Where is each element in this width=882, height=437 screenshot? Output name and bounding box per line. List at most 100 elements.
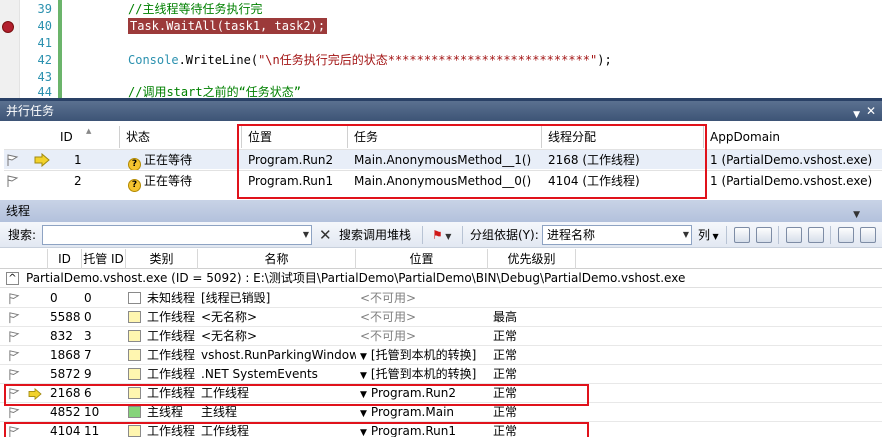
search-label: 搜索: bbox=[8, 228, 37, 242]
thread-row[interactable]: 5588 0 工作线程 <无名称> <不可用> 最高 bbox=[0, 308, 882, 327]
column-header-id[interactable]: ID ▲ bbox=[54, 126, 120, 148]
flag-icon[interactable] bbox=[8, 406, 21, 419]
change-bar bbox=[58, 51, 62, 69]
category-color-icon bbox=[128, 349, 141, 361]
code-line[interactable]: 41 bbox=[0, 34, 882, 52]
panel-title-bar[interactable]: 线程 ▼ bbox=[0, 200, 882, 222]
expand-callstack-icon[interactable] bbox=[734, 227, 750, 243]
thread-row[interactable]: 5872 9 工作线程 .NET SystemEvents ▼ [托管到本机的转换] 正常 bbox=[0, 365, 882, 384]
group-label: PartialDemo.vshost.exe (ID = 5092) : E:\… bbox=[26, 271, 686, 285]
thread-managed-id: 3 bbox=[84, 329, 92, 343]
flag-icon[interactable] bbox=[6, 153, 22, 167]
thread-id: 832 bbox=[50, 329, 73, 343]
thread-priority: 正常 bbox=[493, 348, 518, 362]
task-status: ? 正在等待 bbox=[120, 171, 242, 192]
line-number: 39 bbox=[37, 2, 52, 16]
thread-location: <不可用> bbox=[360, 327, 488, 346]
category-label: 工作线程 bbox=[147, 329, 196, 343]
group-by-select[interactable]: 进程名称 ▼ bbox=[542, 225, 692, 245]
expand-stack-icon[interactable]: ▼ bbox=[360, 409, 367, 419]
thread-id: 5872 bbox=[50, 367, 81, 381]
chevron-down-icon[interactable]: ▼ bbox=[683, 226, 689, 244]
flag-icon[interactable] bbox=[8, 349, 21, 362]
freeze-threads-icon[interactable] bbox=[838, 227, 854, 243]
columns-label: 列 bbox=[698, 228, 711, 242]
clear-search-icon[interactable]: ✕ bbox=[319, 226, 332, 244]
thread-location: <不可用> bbox=[360, 308, 488, 327]
column-header-managed-id[interactable]: 托管 ID bbox=[82, 249, 126, 269]
code-text: Task.WaitAll(task1, task2); bbox=[128, 17, 328, 35]
chevron-down-icon[interactable]: ▼ bbox=[303, 226, 309, 244]
column-header-id[interactable]: ID bbox=[48, 249, 82, 269]
code-string: "\n任务执行完后的状态****************************… bbox=[258, 53, 598, 67]
column-header-name[interactable]: 名称 bbox=[198, 249, 356, 269]
breakpoint-statement: Task.WaitAll(task1, task2); bbox=[128, 18, 328, 34]
expand-stack-icon[interactable]: ▼ bbox=[360, 352, 367, 362]
location-label: [托管到本机的转换] bbox=[370, 348, 477, 362]
task-status: ? 正在等待 bbox=[120, 150, 242, 171]
flag-icon[interactable] bbox=[8, 330, 21, 343]
flag-icon[interactable] bbox=[6, 174, 22, 188]
change-bar bbox=[58, 0, 62, 18]
code-type: Console bbox=[128, 53, 179, 67]
flag-icon[interactable] bbox=[8, 311, 21, 324]
thread-managed-id: 0 bbox=[84, 310, 92, 324]
line-number: 40 bbox=[37, 19, 52, 33]
thread-row[interactable]: 832 3 工作线程 <无名称> <不可用> 正常 bbox=[0, 327, 882, 346]
flag-filter-icon[interactable]: ⚑ ▼ bbox=[432, 226, 451, 244]
search-callstack-button[interactable]: 搜索调用堆栈 bbox=[339, 226, 411, 244]
column-header-appdomain[interactable]: AppDomain bbox=[704, 126, 882, 148]
task-appdomain: 1 (PartialDemo.vshost.exe) bbox=[710, 174, 873, 188]
code-line[interactable]: 42 Console.WriteLine("\n任务执行完后的状态*******… bbox=[0, 51, 882, 69]
category-label: 未知线程 bbox=[147, 291, 196, 305]
thread-category: 工作线程 bbox=[128, 327, 198, 346]
process-group-row[interactable]: ^ PartialDemo.vshost.exe (ID = 5092) : E… bbox=[0, 269, 882, 288]
expand-groups-icon[interactable] bbox=[786, 227, 802, 243]
toolbar-separator bbox=[830, 226, 831, 244]
code-line[interactable]: 44 //调用start之前的“任务状态” bbox=[0, 83, 882, 98]
threads-header: ID 托管 ID 类别 名称 位置 优先级别 bbox=[0, 249, 882, 269]
line-number: 41 bbox=[37, 36, 52, 50]
column-header-location[interactable]: 位置 bbox=[356, 249, 488, 269]
columns-button[interactable]: 列 ▼ bbox=[698, 226, 719, 244]
category-color-icon bbox=[128, 311, 141, 323]
collapse-icon[interactable]: ^ bbox=[6, 272, 19, 285]
code-line[interactable]: 39 //主线程等待任务执行完 bbox=[0, 0, 882, 18]
flag-icon[interactable] bbox=[8, 292, 21, 305]
header-label: 状态 bbox=[126, 130, 151, 144]
thread-category: 工作线程 bbox=[128, 346, 198, 365]
code-text: //调用start之前的“任务状态” bbox=[128, 85, 302, 98]
thread-location: ▼ [托管到本机的转换] bbox=[360, 346, 488, 365]
collapse-callstack-icon[interactable] bbox=[756, 227, 772, 243]
thread-category: 工作线程 bbox=[128, 365, 198, 384]
thread-priority: 正常 bbox=[493, 367, 518, 381]
dropdown-arrow-icon[interactable]: ▼ bbox=[853, 105, 860, 125]
column-header-flag[interactable] bbox=[0, 249, 48, 269]
flag-icon[interactable] bbox=[8, 368, 21, 381]
search-input[interactable]: ▼ bbox=[42, 225, 312, 245]
collapse-groups-icon[interactable] bbox=[808, 227, 824, 243]
highlight-box bbox=[4, 422, 589, 437]
header-label: AppDomain bbox=[710, 130, 781, 144]
expand-stack-icon[interactable]: ▼ bbox=[360, 371, 367, 381]
code-line[interactable]: 40 Task.WaitAll(task1, task2); bbox=[0, 17, 882, 35]
thread-name: .NET SystemEvents bbox=[201, 367, 318, 381]
sort-icon: ▲ bbox=[86, 127, 92, 135]
column-header-status[interactable]: 状态 bbox=[120, 126, 242, 148]
thread-name: vshost.RunParkingWindow bbox=[201, 348, 356, 362]
thread-category: 工作线程 bbox=[128, 308, 198, 327]
line-number: 42 bbox=[37, 53, 52, 67]
panel-title-bar[interactable]: 并行任务 ▼ ✕ bbox=[0, 101, 882, 121]
close-icon[interactable]: ✕ bbox=[866, 101, 876, 121]
thread-row[interactable]: 0 0 未知线程 [线程已销毁] <不可用> bbox=[0, 289, 882, 308]
thread-row[interactable]: 1868 7 工作线程 vshost.RunParkingWindow ▼ [托管到本机的… bbox=[0, 346, 882, 365]
code-editor[interactable]: 39 //主线程等待任务执行完 40 Task.WaitAll(task1, t… bbox=[0, 0, 882, 98]
thaw-threads-icon[interactable] bbox=[860, 227, 876, 243]
change-bar bbox=[58, 83, 62, 98]
location-label: <不可用> bbox=[360, 329, 417, 343]
category-color-icon bbox=[128, 406, 141, 418]
column-header-priority[interactable]: 优先级别 bbox=[488, 249, 576, 269]
column-header-category[interactable]: 类别 bbox=[126, 249, 198, 269]
location-label: Program.Main bbox=[370, 405, 455, 419]
thread-id: 0 bbox=[50, 291, 58, 305]
